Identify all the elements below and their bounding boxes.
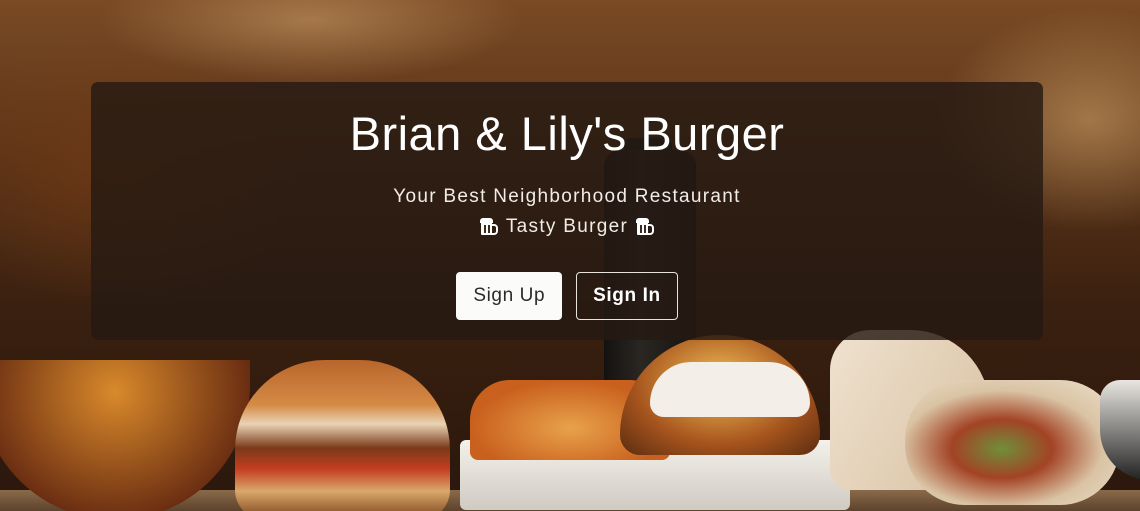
page-title: Brian & Lily's Burger (349, 107, 785, 160)
sign-in-button[interactable]: Sign In (576, 272, 678, 320)
loaded-fries-bowl (0, 360, 250, 511)
sign-up-button[interactable]: Sign Up (456, 272, 563, 320)
wrap-cross-section-image (905, 380, 1120, 505)
beer-mug-icon (636, 218, 655, 236)
hero-tagline: Tasty Burger (91, 216, 1043, 238)
hero-panel: Brian & Lily's Burger Your Best Neighbor… (91, 82, 1043, 340)
tagline-text: Tasty Burger (505, 216, 629, 237)
beer-mug-icon (479, 218, 498, 236)
hero-subtitle: Your Best Neighborhood Restaurant (393, 186, 741, 207)
burger-image (235, 360, 450, 511)
fried-egg-image (650, 362, 810, 417)
hero-actions: Sign Up Sign In (91, 272, 1043, 320)
